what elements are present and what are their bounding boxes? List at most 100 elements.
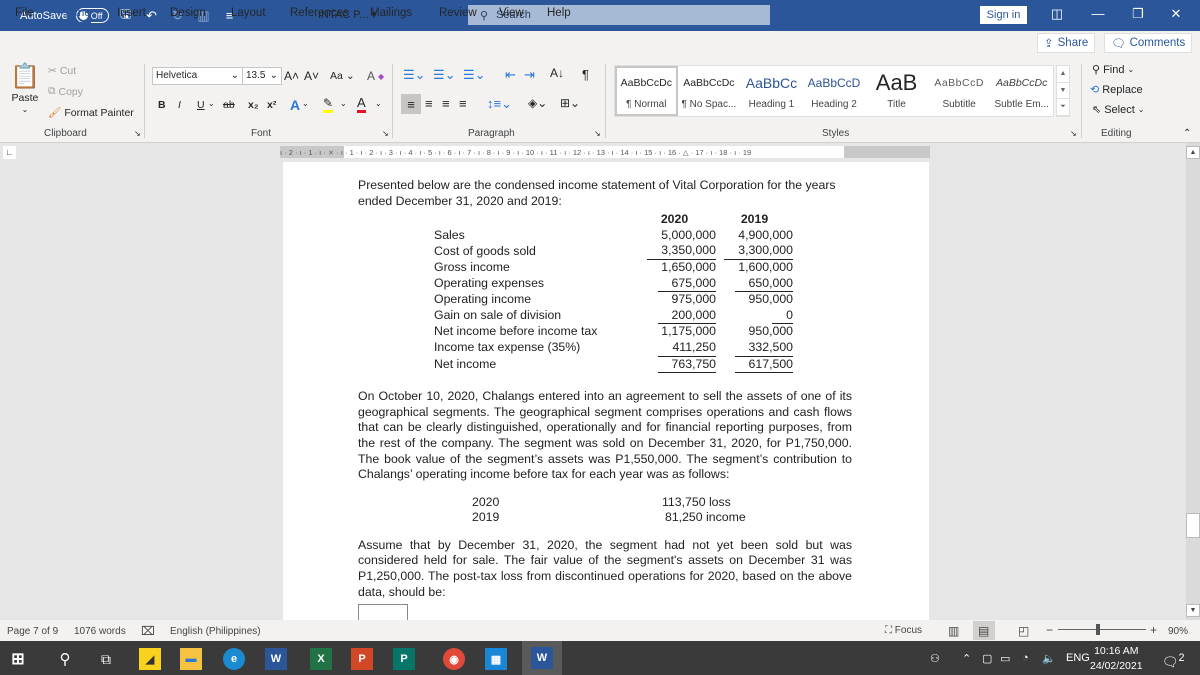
scroll-up-icon[interactable]: ▲: [1186, 146, 1200, 159]
tab-help[interactable]: Help: [547, 7, 571, 19]
font-name-dropdown[interactable]: Helvetica ⌄: [153, 68, 243, 84]
font-launcher-icon[interactable]: ↘: [382, 129, 389, 138]
chrome-icon[interactable]: ◉: [443, 648, 465, 670]
select-button[interactable]: ⇖ Select ⌄: [1092, 103, 1145, 117]
horizontal-ruler[interactable]: ı · 2 · ı · 1 · ı · ⨯ · ı · 1 · ı · 2 · …: [280, 146, 930, 158]
pilcrow-icon[interactable]: ¶: [582, 67, 589, 82]
replace-button[interactable]: ⟲ Replace: [1090, 83, 1143, 97]
tab-layout[interactable]: Layout: [231, 7, 266, 19]
tab-selector[interactable]: ∟: [3, 146, 16, 159]
underline-button[interactable]: U: [197, 99, 205, 111]
excel-icon[interactable]: X: [310, 648, 332, 670]
font-color-icon[interactable]: A: [357, 95, 366, 113]
format-painter-button[interactable]: 🖌 Format Painter: [48, 106, 134, 120]
minimize-icon[interactable]: —: [1088, 6, 1108, 21]
tab-view[interactable]: View: [499, 7, 524, 19]
calendar-icon[interactable]: ▦: [485, 648, 507, 670]
bold-button[interactable]: B: [158, 99, 166, 111]
chevron-down-icon[interactable]: ⌄: [340, 99, 347, 108]
read-mode-icon[interactable]: ▥: [948, 624, 959, 638]
copy-button[interactable]: ⧉ Copy: [48, 85, 83, 98]
tab-review[interactable]: Review: [439, 7, 477, 19]
volume-icon[interactable]: 🔈: [1042, 652, 1056, 665]
powerpoint-icon[interactable]: P: [351, 648, 373, 670]
style-normal[interactable]: AaBbCcDc ¶ Normal: [615, 66, 678, 116]
ribbon-display-options-icon[interactable]: ◫: [1047, 6, 1067, 22]
style-subtitle[interactable]: AaBbCcD Subtitle: [928, 66, 991, 116]
chevron-down-icon[interactable]: ⌄: [208, 99, 215, 108]
battery-icon[interactable]: ▭: [1000, 652, 1010, 665]
find-button[interactable]: ⚲ Find ⌄: [1092, 63, 1134, 77]
zoom-level[interactable]: 90%: [1168, 626, 1188, 637]
tab-design[interactable]: Design: [170, 7, 206, 19]
restore-icon[interactable]: ❐: [1128, 6, 1148, 22]
borders-icon[interactable]: ⊞⌄: [560, 96, 580, 110]
style-no-spacing[interactable]: AaBbCcDc ¶ No Spac...: [678, 66, 741, 116]
align-right-icon[interactable]: ≡: [442, 96, 450, 111]
collapse-ribbon-icon[interactable]: ⌃: [1183, 128, 1191, 139]
scroll-down-icon[interactable]: ▼: [1186, 604, 1200, 617]
tab-references[interactable]: References: [290, 7, 349, 19]
clipboard-launcher-icon[interactable]: ↘: [134, 129, 141, 138]
comments-button[interactable]: 🗨 Comments: [1104, 33, 1193, 53]
sign-in-button[interactable]: Sign in: [980, 6, 1027, 24]
web-layout-icon[interactable]: ◰: [1018, 624, 1029, 638]
paste-button[interactable]: 📋 Paste ⌄: [10, 62, 40, 114]
word-active-taskbar-bg[interactable]: W: [522, 641, 562, 675]
bullets-icon[interactable]: ☰⌄: [403, 67, 426, 83]
vertical-scrollbar[interactable]: ▲ ▼: [1186, 143, 1200, 620]
styles-launcher-icon[interactable]: ↘: [1070, 129, 1077, 138]
proofing-icon[interactable]: ⌧: [141, 624, 155, 638]
scrollbar-thumb[interactable]: [1186, 513, 1200, 538]
style-heading-2[interactable]: AaBbCcD Heading 2: [803, 66, 866, 116]
clear-formatting-icon[interactable]: A ◆: [367, 69, 384, 83]
tab-file[interactable]: File: [15, 7, 34, 19]
sticky-notes-icon[interactable]: ◢: [139, 648, 161, 670]
scroll-up-icon[interactable]: ▲: [1057, 66, 1069, 83]
align-left-icon[interactable]: ≡: [401, 94, 421, 114]
input-language[interactable]: ENG: [1066, 652, 1090, 664]
shading-icon[interactable]: ◈⌄: [528, 96, 547, 110]
font-size-dropdown[interactable]: 13.5 ⌄: [243, 68, 281, 84]
line-spacing-icon[interactable]: ↕≡⌄: [487, 96, 512, 112]
zoom-out-icon[interactable]: −: [1046, 623, 1053, 637]
highlight-icon[interactable]: ✎: [323, 96, 334, 113]
shrink-font-icon[interactable]: A˅: [304, 69, 319, 83]
people-icon[interactable]: ⚇: [930, 652, 940, 665]
wifi-icon[interactable]: ◔: [1022, 652, 1029, 664]
meet-now-icon[interactable]: ▢: [982, 652, 992, 665]
file-explorer-icon[interactable]: ▬: [180, 648, 202, 670]
page-count[interactable]: Page 7 of 9: [7, 626, 58, 637]
publisher-icon[interactable]: P: [393, 648, 415, 670]
zoom-slider[interactable]: [1058, 629, 1146, 630]
style-title[interactable]: AaB Title: [865, 66, 928, 116]
more-styles-icon[interactable]: ⏷: [1057, 99, 1069, 117]
style-subtle-emphasis[interactable]: AaBbCcDc Subtle Em...: [990, 66, 1053, 116]
zoom-slider-thumb[interactable]: [1095, 624, 1100, 635]
word-count[interactable]: 1076 words: [74, 626, 126, 637]
clock[interactable]: 10:16 AM 24/02/2021: [1090, 644, 1143, 674]
strikethrough-button[interactable]: ab: [223, 99, 235, 111]
tab-mailings[interactable]: Mailings: [370, 7, 412, 19]
justify-icon[interactable]: ≡: [459, 96, 467, 111]
focus-button[interactable]: ⛶ Focus: [885, 625, 922, 636]
decrease-indent-icon[interactable]: ⇤: [505, 67, 516, 83]
align-center-icon[interactable]: ≡: [425, 96, 433, 111]
increase-indent-icon[interactable]: ⇥: [524, 67, 535, 83]
search-icon[interactable]: ⚲: [54, 648, 76, 670]
paragraph-launcher-icon[interactable]: ↘: [594, 129, 601, 138]
chevron-down-icon[interactable]: ⌄: [375, 99, 382, 108]
grow-font-icon[interactable]: A˄: [284, 69, 299, 83]
language[interactable]: English (Philippines): [170, 626, 261, 637]
share-button[interactable]: ⇪ Share: [1037, 33, 1096, 53]
multilevel-list-icon[interactable]: ☰⌄: [463, 67, 486, 83]
tab-insert[interactable]: Insert: [117, 7, 146, 19]
numbering-icon[interactable]: ☰⌄: [433, 67, 456, 83]
close-icon[interactable]: ✕: [1166, 6, 1186, 22]
superscript-button[interactable]: x²: [267, 99, 276, 111]
print-layout-icon[interactable]: ▤: [978, 624, 989, 638]
word-icon[interactable]: W: [265, 648, 287, 670]
edge-icon[interactable]: e: [223, 648, 245, 670]
document-body[interactable]: Presented below are the condensed income…: [358, 178, 852, 641]
tab-home[interactable]: Home: [60, 7, 91, 25]
